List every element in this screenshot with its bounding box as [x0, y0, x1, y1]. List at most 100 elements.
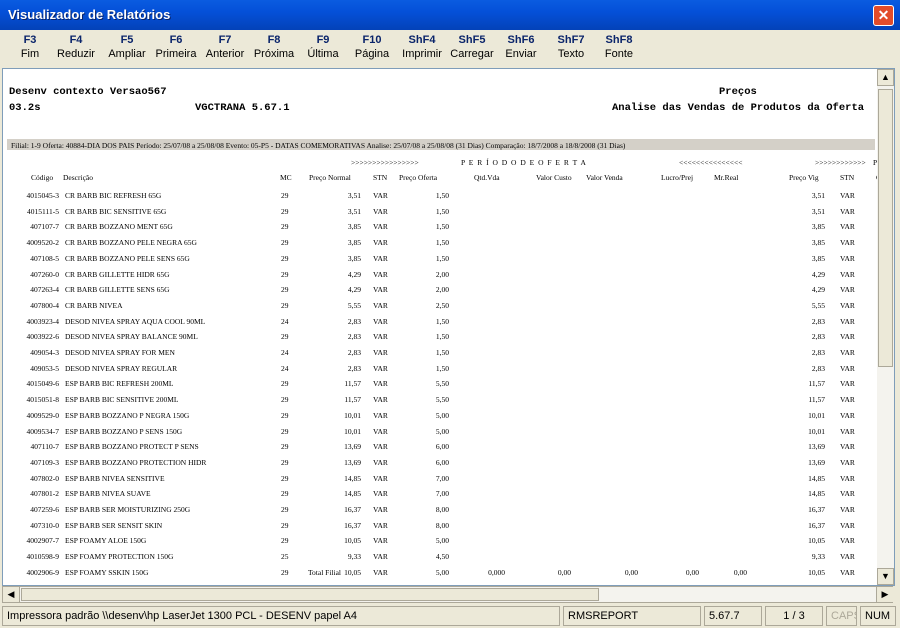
- cell-mc: 29: [281, 536, 289, 545]
- horizontal-scroll-thumb[interactable]: [21, 588, 599, 601]
- cell-mc: 29: [281, 427, 289, 436]
- status-version: 5.67.7: [704, 606, 762, 626]
- vertical-scrollbar[interactable]: ▲ ▼: [877, 69, 894, 585]
- toolbar-label: Reduzir: [57, 48, 95, 60]
- toolbar-button-f6[interactable]: F6 Primeira: [152, 33, 200, 62]
- cell-preco-oferta: 2,00: [435, 270, 449, 279]
- toolbar-label: Imprimir: [402, 48, 442, 60]
- cell-stn2: VAR: [840, 411, 855, 420]
- col-preco-oferta: Preço Oferta: [399, 173, 438, 182]
- cell-stn: VAR: [373, 207, 388, 216]
- report-page: Desenv contexto Versao567 03.2s VGCTRANA…: [2, 68, 895, 586]
- cell-descricao: ESP BARB BIC SENSITIVE 200ML: [65, 395, 179, 404]
- cell-codigo: 407800-4: [30, 301, 59, 310]
- cell-descricao: CR BARB BOZZANO MENT 65G: [65, 222, 173, 231]
- toolbar-label: Texto: [557, 48, 585, 60]
- cell-descricao: ESP BARB BIC REFRESH 200ML: [65, 379, 174, 388]
- toolbar-button-shf7[interactable]: ShF7 Texto: [547, 33, 595, 62]
- cell-codigo: 407802-0: [30, 474, 59, 483]
- toolbar-button-f10[interactable]: F10 Página: [348, 33, 396, 62]
- cell-codigo: 407108-5: [30, 254, 59, 263]
- cell-preco-oferta: 1,50: [435, 222, 449, 231]
- cell-mc: 29: [281, 207, 289, 216]
- cell-codigo: 4003923-4: [26, 317, 60, 326]
- cell-stn2: VAR: [840, 379, 855, 388]
- toolbar-button-shf5[interactable]: ShF5 Carregar: [448, 33, 496, 62]
- cell-codigo: 407109-3: [30, 458, 59, 467]
- cell-stn2: VAR: [840, 489, 855, 498]
- close-button[interactable]: ✕: [873, 5, 894, 26]
- vertical-scroll-thumb[interactable]: [878, 89, 893, 367]
- cell-preco-vig: 9,33: [811, 552, 825, 561]
- cell-descricao: CR BARB GILLETTE SENS 65G: [65, 285, 170, 294]
- cell-stn: VAR: [373, 521, 388, 530]
- toolbar-button-shf6[interactable]: ShF6 Enviar: [497, 33, 545, 62]
- total-row: Total Filial 0,000 0,00 0,00 0,00 0,00: [3, 565, 877, 582]
- cell-preco-oferta: 1,50: [435, 254, 449, 263]
- toolbar-key: F6: [169, 34, 183, 46]
- cell-descricao: ESP FOAMY PROTECTION 150G: [65, 552, 174, 561]
- cell-codigo: 407260-0: [30, 270, 59, 279]
- cell-stn2: VAR: [840, 222, 855, 231]
- cell-preco-vig: 10,05: [808, 536, 825, 545]
- col-valor-venda: Valor Venda: [586, 173, 623, 182]
- cell-mc: 24: [281, 348, 289, 357]
- table-row: 407110-7 ESP BARB BOZZANO PROTECT P SENS 2…: [3, 439, 877, 456]
- cell-mc: 29: [281, 489, 289, 498]
- cell-stn2: VAR: [840, 474, 855, 483]
- total-qtd: 0,000: [488, 568, 505, 577]
- toolbar-key: ShF7: [557, 34, 585, 46]
- scroll-right-button[interactable]: ▶: [876, 587, 893, 602]
- period2-arrows: >>>>>>>>>>>>: [815, 158, 866, 167]
- cell-stn: VAR: [373, 238, 388, 247]
- toolbar-button-f7[interactable]: F7 Anterior: [201, 33, 249, 62]
- arrow-right-icon: ▶: [881, 589, 889, 599]
- title-bar: Visualizador de Relatórios ✕: [0, 0, 900, 30]
- toolbar-label: Fim: [20, 48, 40, 60]
- horizontal-scrollbar[interactable]: ◀ ▶: [2, 586, 893, 603]
- cell-codigo: 407801-2: [30, 489, 59, 498]
- cell-descricao: ESP BARB BOZZANO P SENS 150G: [65, 427, 183, 436]
- table-row: 407801-2 ESP BARB NIVEA SUAVE 29 14,85 VAR 7,…: [3, 486, 877, 503]
- cell-preco-vig: 14,85: [808, 474, 825, 483]
- toolbar-button-f5[interactable]: F5 Ampliar: [103, 33, 151, 62]
- toolbar-button-f3[interactable]: F3 Fim: [6, 33, 54, 62]
- cell-mc: 29: [281, 270, 289, 279]
- cell-preco-oferta: 2,50: [435, 301, 449, 310]
- cell-descricao: CR BARB GILLETTE HIDR 65G: [65, 270, 170, 279]
- filter-line: Filial: 1-9 Oferta: 40884-DIA DOS PAIS P…: [11, 141, 626, 150]
- cell-descricao: ESP BARB SER MOISTURIZING 250G: [65, 505, 191, 514]
- cell-descricao: ESP FOAMY ALOE 150G: [65, 536, 147, 545]
- table-row: 407263-4 CR BARB GILLETTE SENS 65G 29 4,29 V…: [3, 282, 877, 299]
- cell-preco-vig: 3,51: [811, 207, 825, 216]
- cell-codigo: 4009534-7: [26, 427, 60, 436]
- cell-stn2: VAR: [840, 395, 855, 404]
- cell-preco-normal: 16,37: [344, 505, 361, 514]
- scroll-down-button[interactable]: ▼: [877, 568, 894, 585]
- cell-preco-oferta: 5,00: [435, 411, 449, 420]
- cell-preco-vig: 2,83: [811, 348, 825, 357]
- toolbar-button-shf8[interactable]: ShF8 Fonte: [595, 33, 643, 62]
- toolbar-button-f8[interactable]: F8 Próxima: [250, 33, 298, 62]
- table-row: 4015045-3 CR BARB BIC REFRESH 65G 29 3,51 VA…: [3, 188, 877, 205]
- close-icon: ✕: [877, 7, 890, 23]
- toolbar-label: Carregar: [450, 48, 494, 60]
- toolbar-button-f4[interactable]: F4 Reduzir: [52, 33, 100, 62]
- cell-stn2: VAR: [840, 191, 855, 200]
- scroll-left-button[interactable]: ◀: [3, 587, 20, 602]
- cell-stn2: VAR: [840, 536, 855, 545]
- cell-stn: VAR: [373, 301, 388, 310]
- toolbar-label: Próxima: [253, 48, 295, 60]
- cell-stn2: VAR: [840, 285, 855, 294]
- status-bar: Impressora padrão \\desenv\hp LaserJet 1…: [0, 604, 900, 628]
- toolbar-label: Página: [354, 48, 390, 60]
- scroll-up-button[interactable]: ▲: [877, 69, 894, 86]
- cell-preco-normal: 16,37: [344, 521, 361, 530]
- toolbar-button-shf4[interactable]: ShF4 Imprimir: [398, 33, 446, 62]
- cell-preco-normal: 4,29: [347, 270, 361, 279]
- toolbar: F3 Fim F4 Reduzir F5 Ampliar F6 Primeira F7 Anter…: [0, 30, 900, 68]
- cell-stn: VAR: [373, 317, 388, 326]
- cell-stn2: VAR: [840, 317, 855, 326]
- cell-stn2: VAR: [840, 442, 855, 451]
- toolbar-button-f9[interactable]: F9 Última: [299, 33, 347, 62]
